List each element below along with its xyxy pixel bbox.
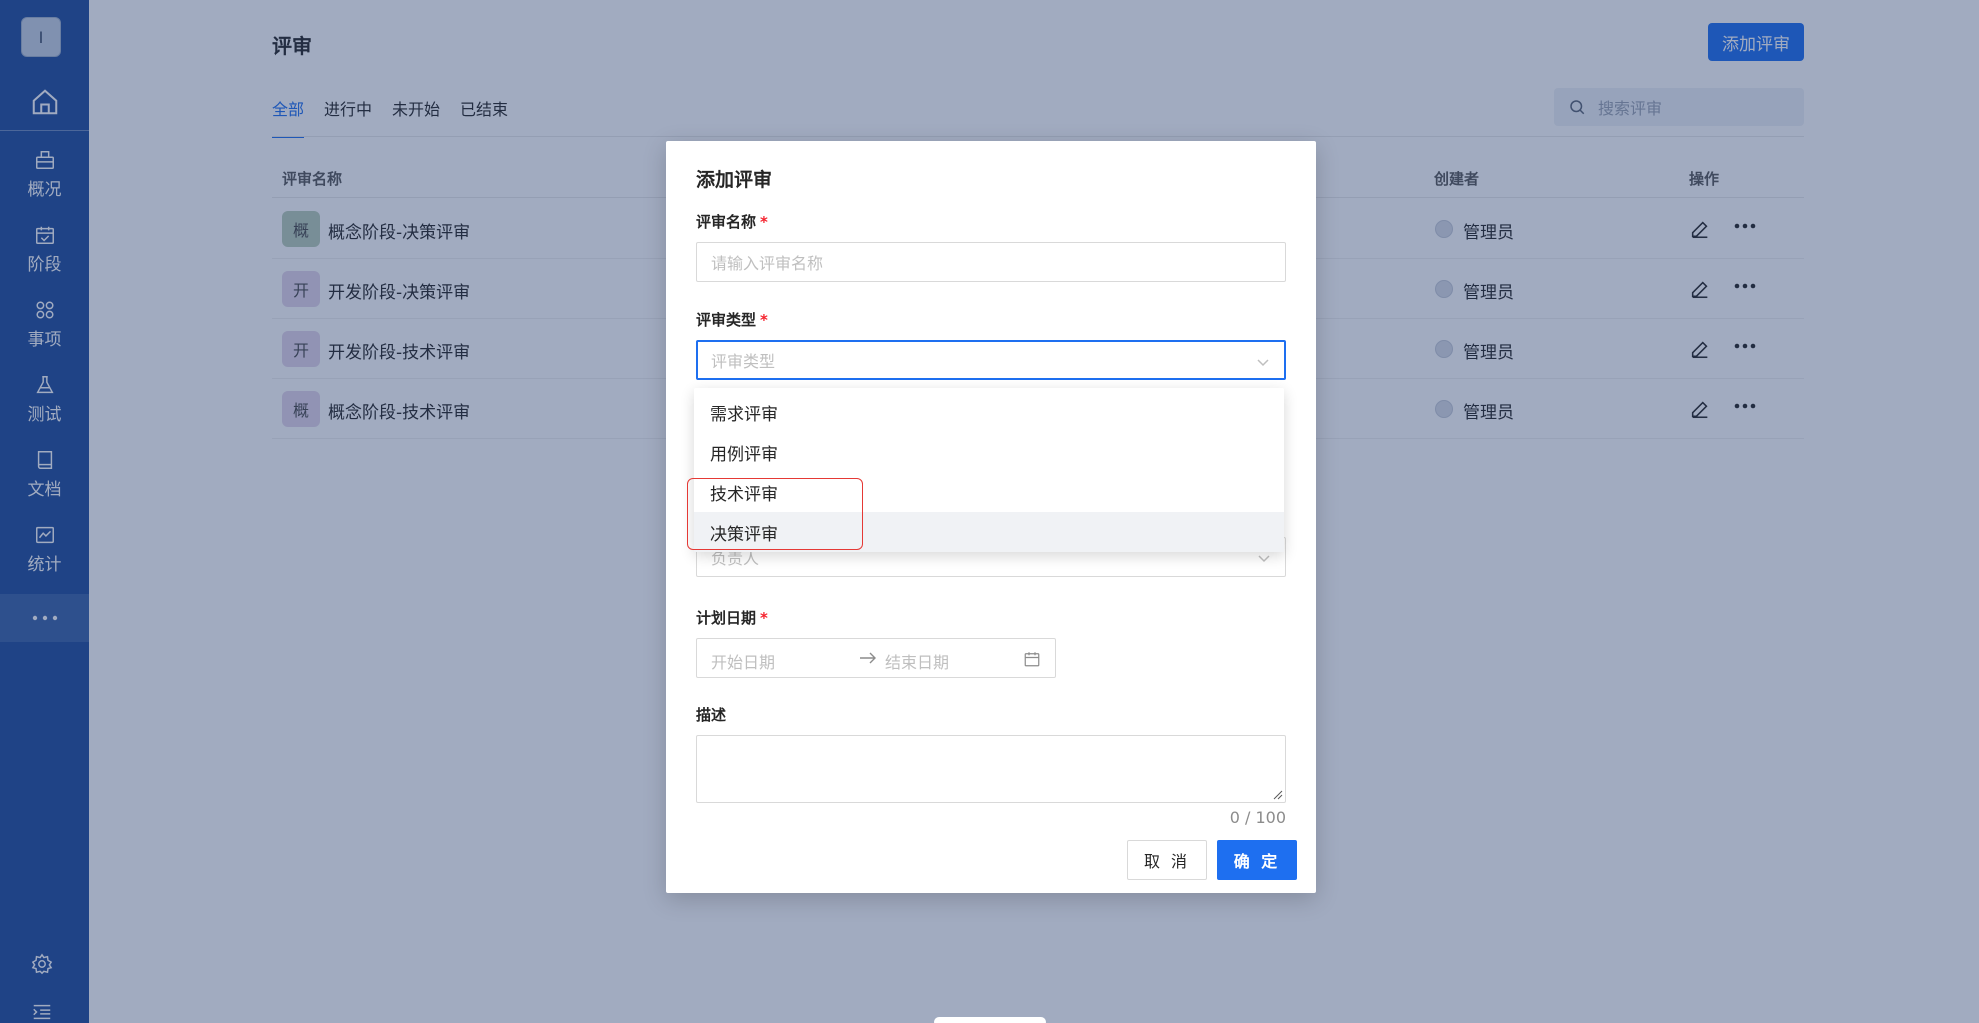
confirm-button[interactable]: 确 定 xyxy=(1217,840,1297,880)
plan-date-label-text: 计划日期 xyxy=(696,609,757,627)
review-type-label-text: 评审类型 xyxy=(696,311,757,329)
dropdown-option-requirement-review[interactable]: 需求评审 xyxy=(694,392,1284,432)
required-mark: * xyxy=(760,311,768,329)
calendar-icon xyxy=(1024,652,1040,667)
annotation-highlight-box xyxy=(687,478,863,550)
end-date-input[interactable]: 结束日期 xyxy=(885,649,949,673)
cancel-button[interactable]: 取 消 xyxy=(1127,840,1207,880)
plan-date-label: 计划日期 * xyxy=(696,607,768,628)
review-name-input[interactable]: 请输入评审名称 xyxy=(696,242,1286,282)
required-mark: * xyxy=(760,213,768,231)
plan-date-range-picker[interactable]: 开始日期 结束日期 xyxy=(696,638,1056,678)
description-label: 描述 xyxy=(696,706,727,724)
description-char-counter: 0 / 100 xyxy=(1229,808,1286,827)
review-name-placeholder: 请输入评审名称 xyxy=(711,254,824,273)
chevron-down-icon xyxy=(1258,555,1270,563)
review-type-select[interactable]: 评审类型 xyxy=(696,340,1286,380)
required-mark: * xyxy=(760,609,768,627)
start-date-input[interactable]: 开始日期 xyxy=(711,649,775,673)
review-type-label: 评审类型 * xyxy=(696,309,768,330)
description-textarea[interactable] xyxy=(696,735,1286,803)
arrow-right-icon xyxy=(860,652,876,664)
resize-grip-icon[interactable] xyxy=(1273,790,1283,800)
modal-title: 添加评审 xyxy=(696,169,773,191)
bottom-handle xyxy=(934,1017,1046,1023)
review-name-label-text: 评审名称 xyxy=(696,213,757,231)
review-type-placeholder: 评审类型 xyxy=(711,352,776,371)
app-root: I 概况 阶段 事项 测试 文档 统计 评审 添加评审 全部 进行中 未开始 已… xyxy=(0,0,1979,1023)
dropdown-option-case-review[interactable]: 用例评审 xyxy=(694,432,1284,472)
review-name-label: 评审名称 * xyxy=(696,211,768,232)
chevron-down-icon xyxy=(1257,359,1269,367)
